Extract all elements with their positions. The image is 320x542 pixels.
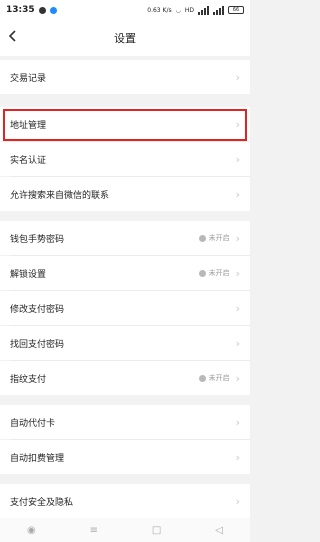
chevron-right-icon: › — [235, 231, 240, 245]
status-indicators: 0.63 K/s ◡ HD 66 — [147, 5, 244, 15]
menu-item-gesture-password[interactable]: 钱包手势密码 未开启 › — [0, 221, 250, 255]
menu-item-fingerprint-pay[interactable]: 指纹支付 未开启 › — [0, 361, 250, 395]
page-title: 设置 — [114, 32, 136, 45]
chevron-right-icon: › — [235, 266, 240, 280]
menu-item-label: 指纹支付 — [10, 374, 47, 385]
network-speed: 0.63 K/s — [147, 6, 172, 14]
system-nav-bar: ◉ ≡ □ ◁ — [0, 518, 250, 542]
menu-item-label: 交易记录 — [10, 73, 47, 84]
chevron-right-icon: › — [235, 494, 240, 508]
chevron-right-icon: › — [235, 152, 240, 166]
home-button[interactable]: □ — [152, 525, 161, 536]
signal-icon — [198, 5, 209, 15]
chevron-right-icon: › — [235, 70, 240, 84]
status-badge: 未开启 — [198, 268, 230, 278]
menu-item-real-name-auth[interactable]: 实名认证 › — [0, 142, 250, 176]
hd-label: HD — [184, 6, 194, 14]
battery-icon: 66 — [228, 6, 244, 14]
lock-icon — [198, 269, 206, 277]
chevron-right-icon: › — [235, 336, 240, 350]
chevron-right-icon: › — [235, 371, 240, 385]
menu-item-transactions[interactable]: 交易记录 › — [0, 60, 250, 94]
lock-icon — [198, 374, 206, 382]
menu-item-label: 修改支付密码 — [10, 304, 65, 315]
menu-item-label: 支付安全及隐私 — [10, 497, 74, 508]
menu-item-unlock-settings[interactable]: 解锁设置 未开启 › — [0, 256, 250, 290]
chevron-right-icon: › — [235, 415, 240, 429]
menu-item-label: 找回支付密码 — [10, 339, 65, 350]
menu-item-label: 自动扣费管理 — [10, 453, 65, 464]
chevron-left-icon — [8, 30, 16, 42]
menu-item-label: 允许搜索来自微信的联系 — [10, 190, 110, 201]
assistant-button[interactable]: ◉ — [27, 525, 36, 536]
chevron-right-icon: › — [235, 450, 240, 464]
menu-item-recover-pay-password[interactable]: 找回支付密码 › — [0, 326, 250, 360]
menu-item-auto-pay-card[interactable]: 自动代付卡 › — [0, 405, 250, 439]
menu-item-change-pay-password[interactable]: 修改支付密码 › — [0, 291, 250, 325]
status-text: 未开启 — [208, 374, 230, 382]
menu-item-pay-security-privacy[interactable]: 支付安全及隐私 › — [0, 484, 250, 518]
app-notification-icon — [49, 6, 57, 14]
back-button[interactable] — [8, 30, 16, 46]
menu-item-label: 解锁设置 — [10, 269, 47, 280]
menu-item-label: 地址管理 — [10, 120, 47, 131]
menu-item-wechat-search[interactable]: 允许搜索来自微信的联系 › — [0, 177, 250, 211]
wifi-icon: ◡ — [175, 6, 181, 14]
status-text: 未开启 — [208, 234, 230, 242]
back-nav-button[interactable]: ◁ — [215, 525, 223, 536]
status-badge: 未开启 — [198, 373, 230, 383]
menu-item-auto-deduct-management[interactable]: 自动扣费管理 › — [0, 440, 250, 474]
status-text: 未开启 — [208, 269, 230, 277]
menu-button[interactable]: ≡ — [90, 525, 98, 536]
menu-item-label: 钱包手势密码 — [10, 234, 65, 245]
lock-icon — [198, 234, 206, 242]
status-bar: 13:35 0.63 K/s ◡ HD 66 — [0, 0, 250, 20]
header: 设置 — [0, 20, 250, 56]
menu-item-label: 自动代付卡 — [10, 418, 56, 429]
status-time: 13:35 — [6, 5, 35, 15]
notification-icon — [38, 6, 46, 14]
signal-icon-2 — [213, 5, 224, 15]
chevron-right-icon: › — [235, 301, 240, 315]
status-badge: 未开启 — [198, 233, 230, 243]
menu-item-label: 实名认证 — [10, 155, 47, 166]
menu-item-address-management[interactable]: 地址管理 › — [0, 107, 250, 141]
chevron-right-icon: › — [235, 117, 240, 131]
chevron-right-icon: › — [235, 187, 240, 201]
